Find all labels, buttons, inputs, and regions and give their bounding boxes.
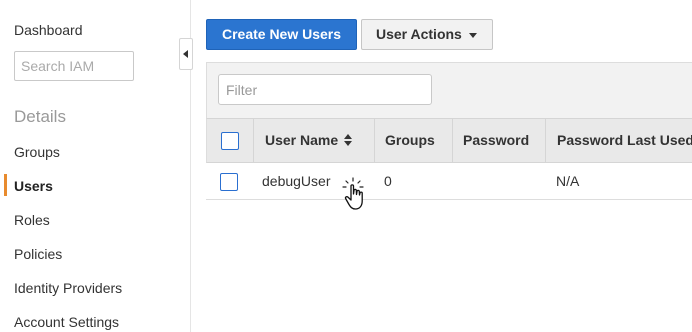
sort-icon [344, 134, 353, 147]
sidebar-item-identity-providers[interactable]: Identity Providers [14, 280, 122, 296]
column-header-password-last-used[interactable]: Password Last Used [557, 119, 692, 162]
column-header-user-name[interactable]: User Name [265, 119, 353, 162]
sidebar-item-account-settings[interactable]: Account Settings [14, 314, 119, 330]
sidebar-collapse-button[interactable] [179, 38, 193, 70]
sidebar-section-heading: Details [14, 107, 66, 126]
users-panel: User Name Groups Password Password Last … [206, 62, 692, 200]
column-label: User Name [265, 132, 339, 148]
active-indicator [4, 174, 7, 196]
column-divider [452, 119, 453, 162]
column-divider [253, 119, 254, 162]
user-name-link[interactable]: debugUser [262, 163, 331, 200]
column-header-groups[interactable]: Groups [385, 119, 435, 162]
select-all-checkbox[interactable] [221, 132, 239, 150]
filter-bar [206, 62, 692, 118]
sidebar-item-roles[interactable]: Roles [14, 212, 50, 228]
sidebar-item-policies[interactable]: Policies [14, 246, 62, 262]
password-last-used-cell: N/A [556, 173, 580, 189]
caret-down-icon [469, 33, 477, 38]
sidebar-item-users[interactable]: Users [14, 178, 53, 194]
row-checkbox[interactable] [220, 173, 238, 191]
column-divider [545, 119, 546, 162]
create-new-users-button[interactable]: Create New Users [206, 19, 357, 50]
table-header: User Name Groups Password Password Last … [206, 118, 692, 163]
sidebar-item-groups[interactable]: Groups [14, 144, 60, 160]
table-row[interactable]: debugUser 0 N/A [206, 163, 692, 200]
sidebar: Dashboard Details Groups Users Roles Pol… [0, 0, 191, 332]
filter-input[interactable] [218, 74, 432, 105]
user-actions-label: User Actions [376, 26, 462, 42]
sidebar-item-dashboard[interactable]: Dashboard [14, 22, 83, 38]
user-actions-dropdown[interactable]: User Actions [361, 19, 493, 50]
column-divider [374, 119, 375, 162]
chevron-left-icon [183, 50, 188, 58]
search-input[interactable] [14, 51, 134, 81]
column-header-password[interactable]: Password [463, 119, 529, 162]
groups-cell: 0 [384, 173, 392, 189]
